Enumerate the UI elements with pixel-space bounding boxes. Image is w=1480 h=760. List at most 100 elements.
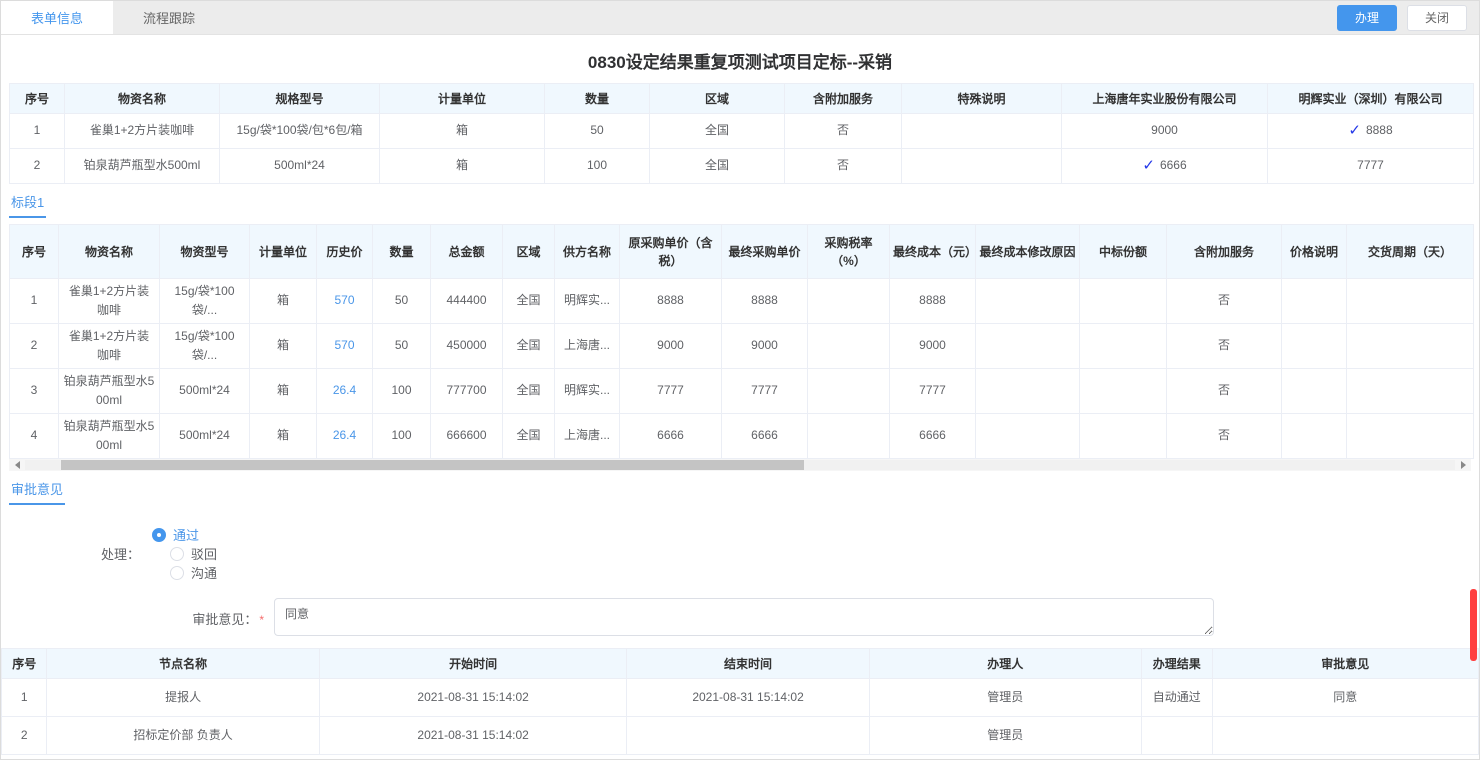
radio-circle-icon[interactable] (170, 566, 184, 580)
column-header: 最终成本修改原因 (976, 225, 1080, 279)
table-cell: 全国 (650, 149, 785, 184)
horizontal-scroll-thumb[interactable] (61, 460, 805, 470)
column-header: 序号 (2, 649, 47, 679)
column-header: 规格型号 (220, 84, 380, 114)
table-cell (1142, 717, 1213, 755)
table-cell (808, 279, 890, 324)
table-cell (1347, 414, 1474, 459)
table-cell: 同意 (1212, 679, 1478, 717)
table-cell: 500ml*24 (160, 414, 250, 459)
table-cell: 雀巢1+2方片装咖啡 (59, 279, 160, 324)
required-asterisk: * (259, 613, 264, 627)
table-cell: 箱 (380, 149, 545, 184)
vertical-scroll-thumb[interactable] (1470, 589, 1477, 661)
radio-label: 沟通 (191, 563, 217, 582)
radio-circle-icon[interactable] (170, 547, 184, 561)
table-cell (1282, 369, 1347, 414)
table-cell: 否 (1167, 369, 1282, 414)
column-header: 历史价 (317, 225, 373, 279)
price-link[interactable]: 26.4 (333, 383, 356, 397)
handle-button[interactable]: 办理 (1337, 5, 1397, 31)
table-cell: 9000 (722, 324, 808, 369)
table-cell (808, 414, 890, 459)
column-header: 序号 (10, 225, 59, 279)
price-link[interactable]: 570 (334, 293, 354, 307)
table-cell: 管理员 (869, 717, 1141, 755)
table-cell: 提报人 (47, 679, 319, 717)
table-cell: 8888 (620, 279, 722, 324)
table-cell: 否 (1167, 279, 1282, 324)
price-link[interactable]: 26.4 (333, 428, 356, 442)
scroll-right-icon[interactable] (1455, 459, 1471, 471)
table-cell: 1 (2, 679, 47, 717)
table-cell: 箱 (250, 279, 317, 324)
history-table-wrap: 序号节点名称开始时间结束时间办理人办理结果审批意见1提报人2021-08-31 … (1, 648, 1479, 755)
tab-form-info-label: 表单信息 (31, 8, 83, 27)
table-cell (1347, 279, 1474, 324)
radio-label: 通过 (173, 525, 199, 544)
table-cell: 招标定价部 负责人 (47, 717, 319, 755)
table-cell: 否 (785, 114, 902, 149)
table-cell (1282, 324, 1347, 369)
table-cell: 100 (373, 414, 431, 459)
table-cell: 2021-08-31 15:14:02 (319, 717, 627, 755)
table-cell: 全国 (650, 114, 785, 149)
table-cell: 全国 (503, 279, 555, 324)
header-actions: 办理 关闭 (1337, 1, 1479, 34)
table-cell: 4 (10, 414, 59, 459)
table-row: 2招标定价部 负责人2021-08-31 15:14:02管理员 (2, 717, 1479, 755)
table-cell (1282, 279, 1347, 324)
table-cell: ✓ 6666 (1062, 149, 1268, 184)
column-header: 交货周期（天） (1347, 225, 1474, 279)
close-button[interactable]: 关闭 (1407, 5, 1467, 31)
column-header: 区域 (503, 225, 555, 279)
table-cell (902, 149, 1062, 184)
tab-process-track[interactable]: 流程跟踪 (113, 1, 225, 34)
table-cell: 否 (785, 149, 902, 184)
column-header: 节点名称 (47, 649, 319, 679)
table-cell: 7777 (722, 369, 808, 414)
handle-radio-3[interactable]: 沟通 (170, 563, 217, 582)
table-row: 2铂泉葫芦瓶型水500ml500ml*24箱100全国否✓66667777 (10, 149, 1474, 184)
table-cell: 6666 (620, 414, 722, 459)
comment-textarea[interactable]: 同意 (274, 598, 1214, 636)
table-cell: 570 (317, 279, 373, 324)
table-cell (1080, 369, 1167, 414)
form-content: 0830设定结果重复项测试项目定标--采销 序号物资名称规格型号计量单位数量区域… (1, 35, 1479, 755)
table-cell: 雀巢1+2方片装咖啡 (59, 324, 160, 369)
radio-circle-icon[interactable] (152, 528, 166, 542)
handle-radio-1[interactable]: 通过 (152, 525, 217, 544)
bid-section-tab[interactable]: 标段1 (9, 184, 46, 218)
table-cell (1080, 279, 1167, 324)
column-header: 数量 (545, 84, 650, 114)
table-cell: 1 (10, 114, 65, 149)
table-cell: 明辉实... (555, 279, 620, 324)
table-cell: 7777 (620, 369, 722, 414)
column-header: 明辉实业（深圳）有限公司 (1268, 84, 1474, 114)
handle-label: 处理： (101, 544, 140, 563)
table-cell: 7777 (890, 369, 976, 414)
cell-text: 6666 (1160, 158, 1187, 172)
table-row: 1雀巢1+2方片装咖啡15g/袋*100袋/包*6包/箱箱50全国否9000✓8… (10, 114, 1474, 149)
horizontal-scroll-track[interactable] (25, 460, 1455, 470)
table-cell: 666600 (431, 414, 503, 459)
table-cell: 箱 (250, 369, 317, 414)
table-row: 2雀巢1+2方片装咖啡15g/袋*100袋/...箱57050450000全国上… (10, 324, 1474, 369)
table-row: 3铂泉葫芦瓶型水500ml500ml*24箱26.4100777700全国明辉实… (10, 369, 1474, 414)
handle-radio-2[interactable]: 驳回 (170, 544, 217, 563)
table-cell: 全国 (503, 324, 555, 369)
price-link[interactable]: 570 (334, 338, 354, 352)
cell-text: 8888 (1366, 123, 1393, 137)
check-icon: ✓ (1142, 157, 1155, 174)
scroll-left-icon[interactable] (9, 459, 25, 471)
table-cell (976, 414, 1080, 459)
table-row: 1提报人2021-08-31 15:14:022021-08-31 15:14:… (2, 679, 1479, 717)
column-header: 原采购单价（含税） (620, 225, 722, 279)
tab-process-track-label: 流程跟踪 (143, 8, 195, 27)
table-cell: 箱 (380, 114, 545, 149)
column-header: 数量 (373, 225, 431, 279)
table-cell: 444400 (431, 279, 503, 324)
table-cell: 6666 (722, 414, 808, 459)
tab-form-info[interactable]: 表单信息 (1, 1, 113, 34)
table-cell: 26.4 (317, 369, 373, 414)
